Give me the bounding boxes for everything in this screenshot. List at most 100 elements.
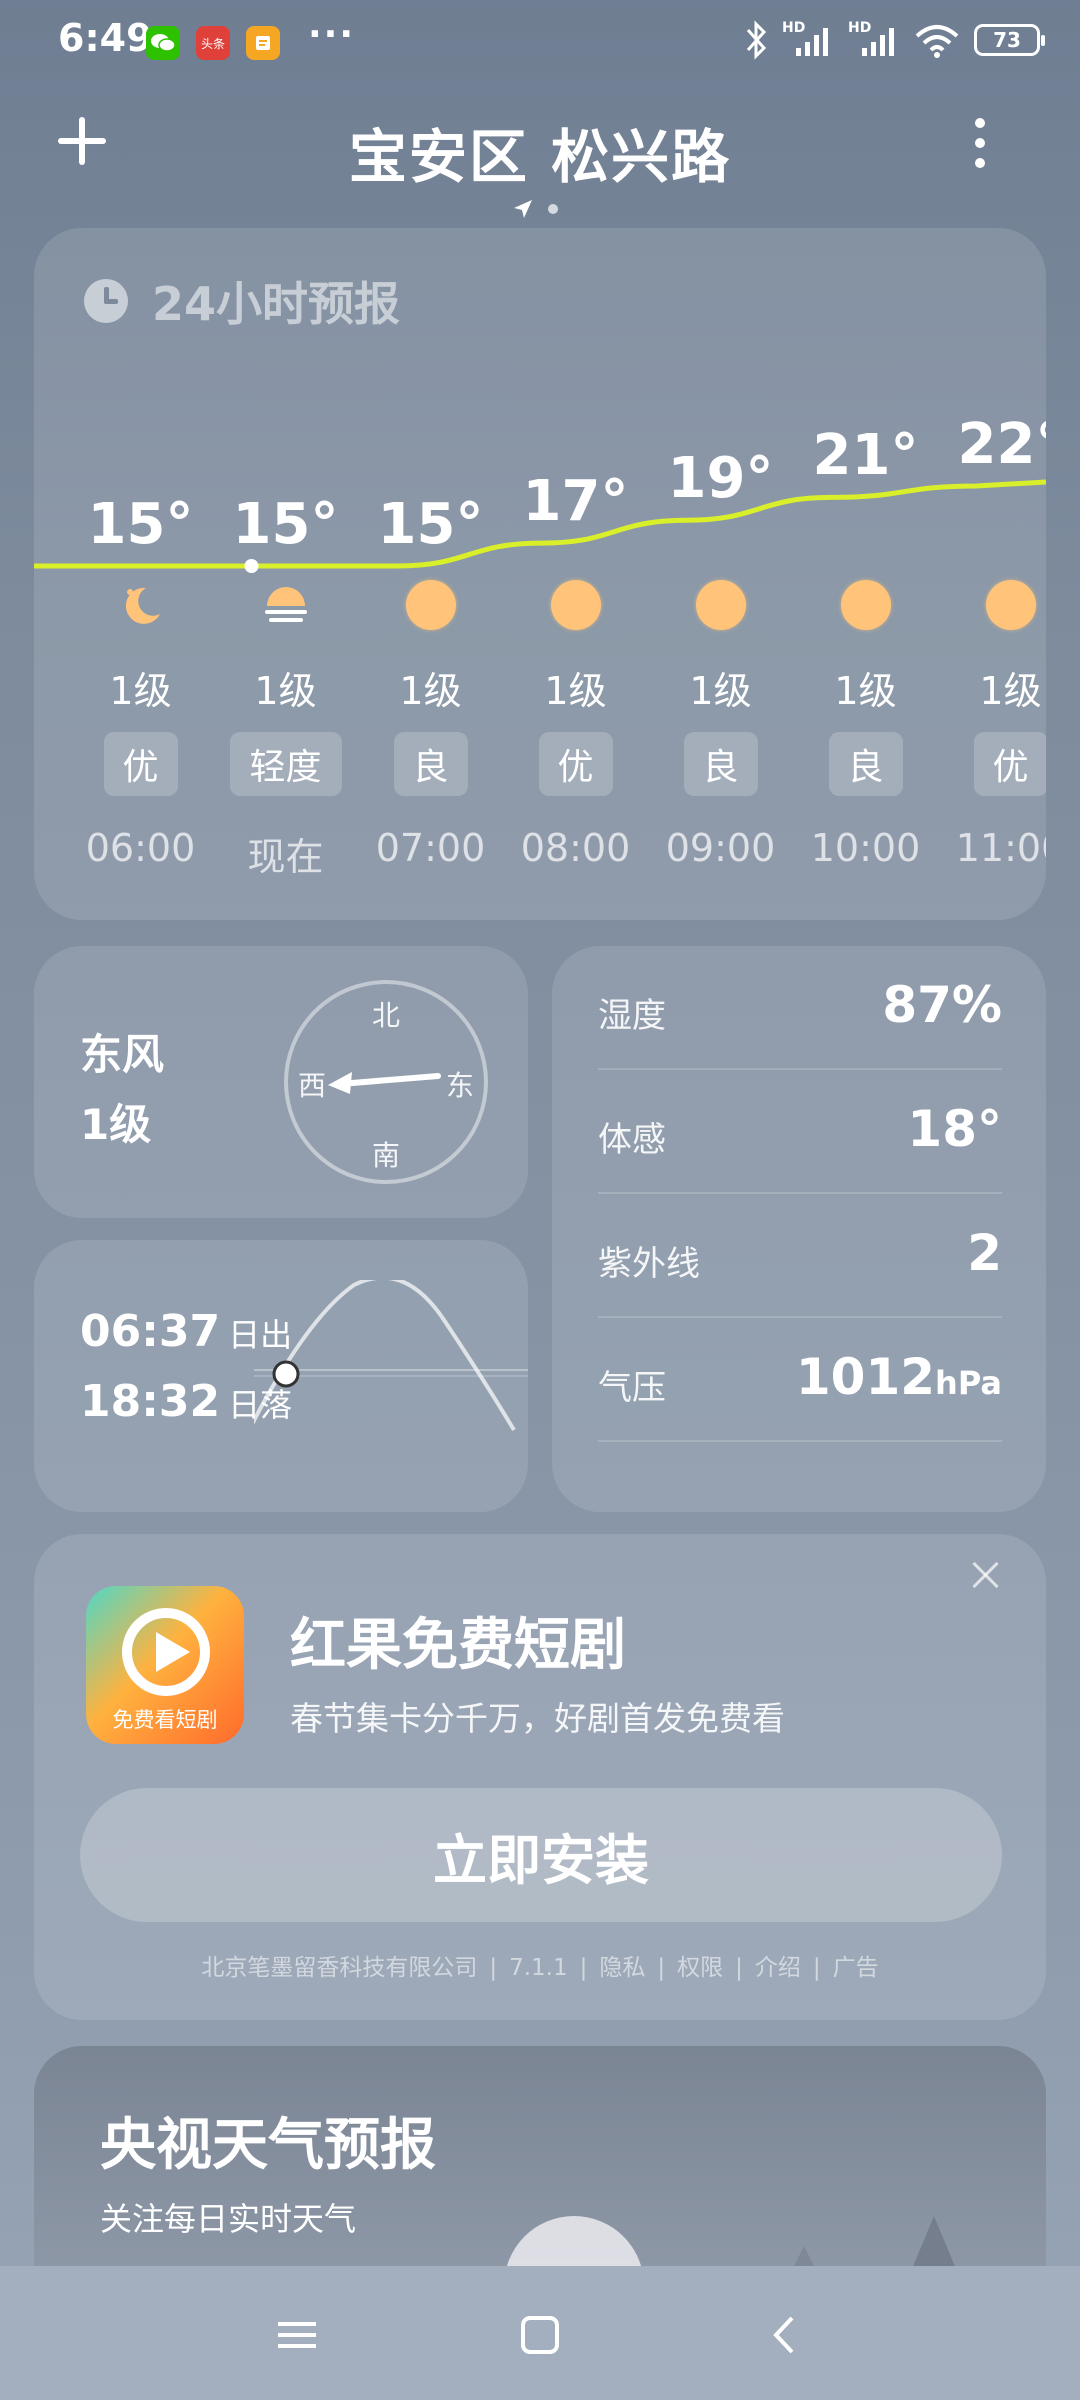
hour-temp: 15° bbox=[87, 492, 194, 557]
hour-time-label: 10:00 bbox=[810, 826, 921, 870]
humidity-value: 87% bbox=[882, 976, 1002, 1034]
wind-arrow-icon bbox=[328, 1072, 441, 1094]
bluetooth-icon bbox=[746, 20, 767, 60]
hour-time-label: 现在 bbox=[247, 835, 324, 879]
sun-icon bbox=[551, 580, 601, 630]
toutiao-label: 头条 bbox=[200, 36, 225, 51]
hour-item: 15° 1级优 06:00 bbox=[68, 228, 213, 920]
sun-icon bbox=[986, 580, 1036, 630]
notification-more: ··· bbox=[308, 14, 356, 55]
aqi-badge: 轻度 bbox=[229, 732, 342, 796]
hour-temp: 15° bbox=[232, 492, 339, 557]
sun-icon bbox=[406, 580, 456, 630]
sunrise-label: 日出 bbox=[228, 1316, 293, 1354]
hour-item: 17° 1级优 08:00 bbox=[503, 228, 648, 920]
sun-arc-icon bbox=[254, 1280, 528, 1432]
ad-privacy-link[interactable]: 隐私 bbox=[599, 1955, 645, 1981]
aqi-badge: 良 bbox=[393, 732, 468, 796]
uv-label: 紫外线 bbox=[598, 1244, 700, 1284]
status-right-group: HD HD 73 bbox=[744, 20, 1045, 60]
status-bar: 6:49 头条 ··· HD HD 73 bbox=[0, 0, 1080, 84]
hour-time-label: 11:00 bbox=[955, 826, 1046, 870]
toutiao-icon: 头条 bbox=[196, 26, 230, 60]
signal-1-icon: HD bbox=[782, 20, 834, 60]
hour-item: 21° 1级良 10:00 bbox=[793, 228, 938, 920]
back-icon[interactable] bbox=[760, 2310, 810, 2360]
hour-temp: 19° bbox=[667, 446, 774, 512]
sunrise-icon bbox=[261, 580, 311, 630]
wind-card: 东风 1级 北 南 西 东 bbox=[34, 946, 528, 1218]
sunset-row: 18:32 日落 bbox=[80, 1376, 292, 1427]
pressure-row: 气压 1012hPa bbox=[598, 1318, 1002, 1442]
home-icon[interactable] bbox=[515, 2310, 565, 2360]
uv-value: 2 bbox=[967, 1224, 1002, 1282]
hd-label-1: HD bbox=[782, 20, 806, 36]
status-time: 6:49 bbox=[58, 16, 153, 60]
sunset-label: 日落 bbox=[228, 1386, 293, 1424]
humidity-row: 湿度 87% bbox=[598, 946, 1002, 1070]
hour-wind-level: 1级 bbox=[254, 669, 317, 713]
feels-like-value: 18° bbox=[907, 1100, 1002, 1158]
wifi-icon bbox=[915, 25, 959, 58]
aqi-badge: 良 bbox=[828, 732, 903, 796]
feels-like-label: 体感 bbox=[598, 1120, 666, 1160]
cctv-title: 央视天气预报 bbox=[100, 2113, 436, 2178]
uv-row: 紫外线 2 bbox=[598, 1194, 1002, 1318]
ad-label: 广告 bbox=[832, 1955, 879, 1981]
ad-subtitle: 春节集卡分千万，好剧首发免费看 bbox=[290, 1699, 785, 1738]
hour-item: 19° 1级良 09:00 bbox=[648, 228, 793, 920]
sunset-time: 18:32 bbox=[80, 1376, 221, 1427]
hourly-forecast-card: 24小时预报 15° 1级优 06:00 15° 1级 轻度 现在 15° 1级良 07:00 17… bbox=[34, 228, 1046, 920]
sunrise-sunset-card: 06:37 日出 18:32 日落 bbox=[34, 1240, 528, 1512]
battery-icon: 73 bbox=[974, 24, 1045, 56]
sun-icon bbox=[696, 580, 746, 630]
aqi-badge: 优 bbox=[103, 732, 178, 796]
menu-icon[interactable] bbox=[272, 2310, 322, 2360]
pressure-label: 气压 bbox=[598, 1368, 666, 1408]
pressure-unit: hPa bbox=[935, 1364, 1002, 1402]
ad-footer: 北京笔墨留香科技有限公司 | 7.1.1 | 隐私 | 权限 | 介绍 | 广告 bbox=[201, 1955, 879, 1981]
hour-wind-level: 1级 bbox=[689, 669, 752, 713]
sunrise-time: 06:37 bbox=[80, 1306, 221, 1357]
ad-permission-link[interactable]: 权限 bbox=[677, 1955, 723, 1981]
play-icon bbox=[122, 1608, 210, 1696]
hour-time-label: 08:00 bbox=[520, 826, 631, 870]
weather-stats-card: 湿度 87% 体感 18° 紫外线 2 气压 1012hPa bbox=[552, 946, 1046, 1512]
note-icon bbox=[246, 26, 280, 60]
pressure-value: 1012hPa bbox=[796, 1348, 1002, 1406]
install-button[interactable]: 立即安装 bbox=[80, 1788, 1002, 1922]
hour-wind-level: 1级 bbox=[544, 669, 607, 713]
ad-close-icon[interactable] bbox=[966, 1556, 1006, 1596]
hour-temp: 22° bbox=[957, 412, 1046, 477]
ad-intro-link[interactable]: 介绍 bbox=[755, 1955, 801, 1981]
humidity-label: 湿度 bbox=[598, 996, 666, 1036]
pressure-number: 1012 bbox=[795, 1348, 936, 1406]
hour-item: 15° 1级良 07:00 bbox=[358, 228, 503, 920]
cctv-subtitle: 关注每日实时天气 bbox=[100, 2200, 357, 2238]
page-indicator bbox=[512, 198, 558, 220]
page-dot bbox=[548, 204, 558, 214]
more-options-button[interactable] bbox=[960, 118, 1000, 178]
page-title: 宝安区 松兴路 bbox=[348, 123, 732, 191]
hour-wind-level: 1级 bbox=[109, 669, 172, 713]
ad-company: 北京笔墨留香科技有限公司 bbox=[201, 1955, 478, 1981]
moon-icon bbox=[116, 580, 166, 630]
hour-temp: 15° bbox=[377, 492, 484, 557]
wind-level: 1级 bbox=[80, 1100, 152, 1149]
hour-time-label: 07:00 bbox=[375, 826, 486, 870]
hour-wind-level: 1级 bbox=[399, 669, 462, 713]
wind-direction: 东风 bbox=[80, 1030, 165, 1079]
hour-temp: 21° bbox=[812, 423, 919, 489]
hour-item: 22° 1级优 11:00 bbox=[938, 228, 1046, 920]
feels-like-row: 体感 18° bbox=[598, 1070, 1002, 1194]
wechat-icon bbox=[146, 26, 180, 60]
wind-compass: 北 南 西 东 bbox=[284, 980, 488, 1184]
hour-wind-level: 1级 bbox=[979, 669, 1042, 713]
ad-app-icon[interactable]: 免费看短剧 bbox=[86, 1586, 244, 1744]
sun-icon bbox=[841, 580, 891, 630]
aqi-badge: 优 bbox=[538, 732, 613, 796]
sunrise-row: 06:37 日出 bbox=[80, 1306, 292, 1357]
app-icon-caption: 免费看短剧 bbox=[112, 1708, 218, 1732]
hour-wind-level: 1级 bbox=[834, 669, 897, 713]
ad-title[interactable]: 红果免费短剧 bbox=[290, 1600, 626, 1681]
